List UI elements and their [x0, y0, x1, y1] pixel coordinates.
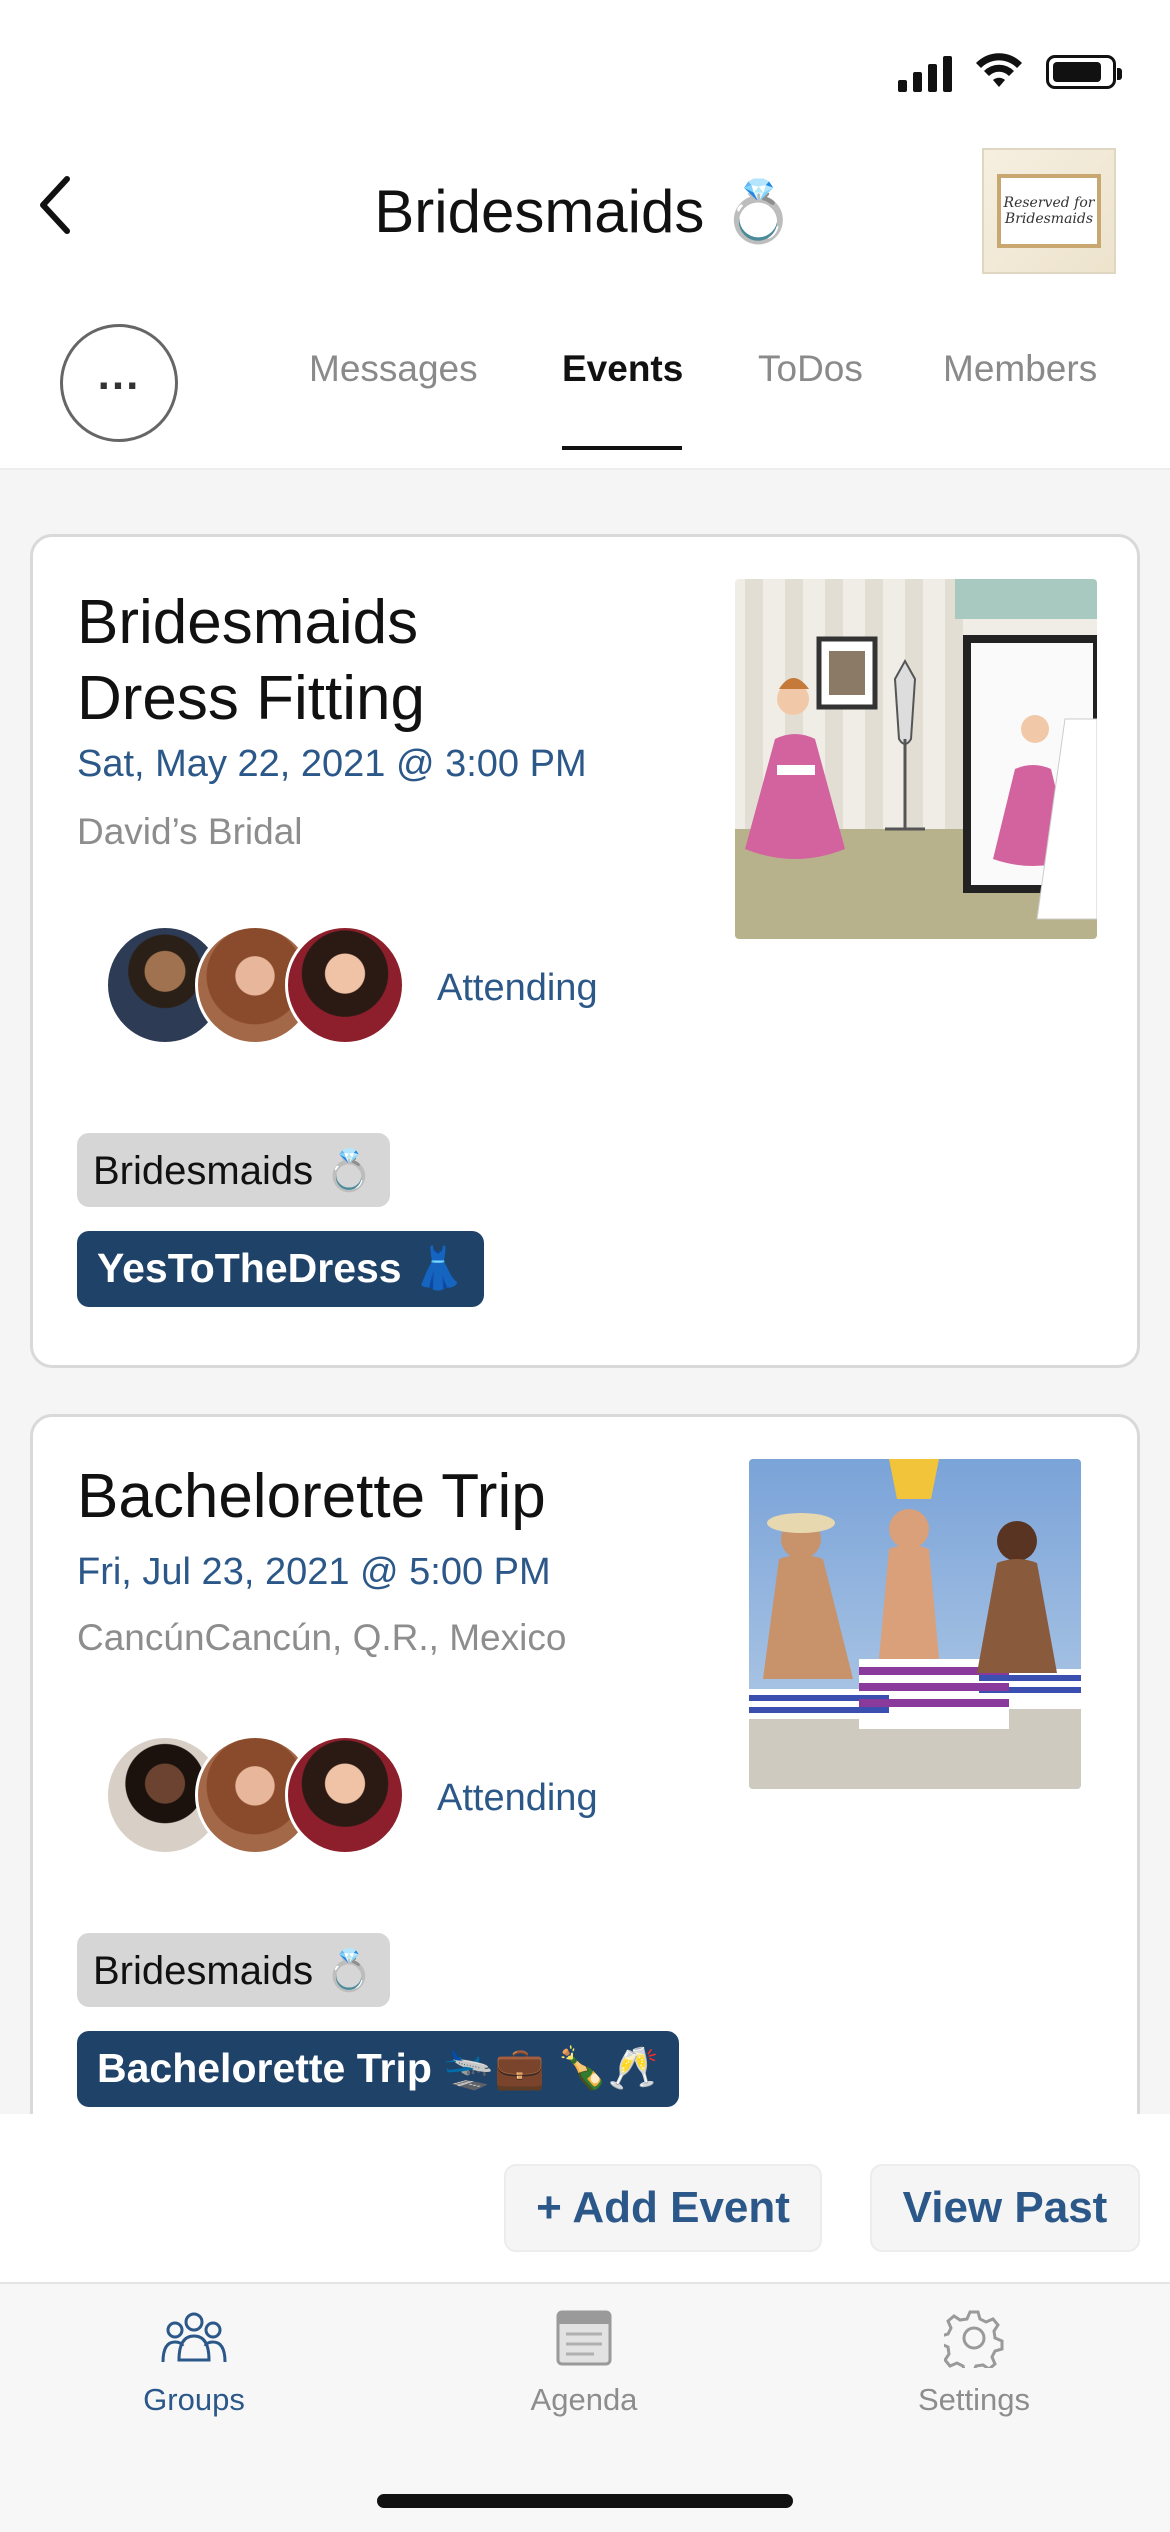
tab-members[interactable]: Members — [943, 348, 1097, 390]
add-event-button[interactable]: + Add Event — [504, 2164, 822, 2252]
avatar — [285, 1735, 405, 1855]
tab-todos[interactable]: ToDos — [758, 348, 863, 390]
tab-events[interactable]: Events — [562, 348, 683, 390]
home-indicator[interactable] — [377, 2494, 793, 2508]
tab-bar: ... Messages Events ToDos Members — [0, 300, 1170, 470]
group-tag[interactable]: Bridesmaids 💍 — [77, 1133, 390, 1207]
nav-label: Agenda — [530, 2382, 638, 2417]
rsvp-status[interactable]: Attending — [437, 967, 598, 1010]
event-date: Sat, May 22, 2021 @ 3:00 PM — [77, 743, 587, 785]
event-tag[interactable]: YesToTheDress 👗 — [77, 1231, 485, 1307]
nav-label: Groups — [143, 2382, 245, 2417]
event-tag[interactable]: Bachelorette Trip 🛬💼 🍾🥂 — [77, 2031, 679, 2107]
attendee-avatars[interactable] — [105, 925, 425, 1045]
rsvp-status[interactable]: Attending — [437, 1777, 598, 1820]
event-title: Bridesmaids Dress Fitting — [77, 588, 425, 733]
beach-photo — [749, 1459, 1081, 1789]
more-button[interactable]: ... — [60, 324, 178, 442]
event-location: David’s Bridal — [77, 811, 303, 852]
nav-agenda[interactable]: Agenda — [474, 2308, 694, 2418]
group-image[interactable]: Reserved for Bridesmaids — [982, 148, 1116, 274]
active-tab-indicator — [562, 446, 682, 450]
event-image[interactable] — [749, 1459, 1081, 1789]
tab-messages[interactable]: Messages — [309, 348, 478, 390]
status-icons — [898, 52, 1122, 92]
nav-label: Settings — [917, 2382, 1030, 2417]
status-bar — [0, 0, 1170, 150]
group-tag[interactable]: Bridesmaids 💍 — [77, 1933, 390, 2007]
avatar — [285, 925, 405, 1045]
nav-groups[interactable]: Groups — [84, 2308, 304, 2418]
dress-fitting-illustration — [735, 579, 1097, 939]
groups-icon — [161, 2312, 227, 2363]
action-bar: + Add Event View Past — [0, 2114, 1170, 2282]
event-image[interactable] — [735, 579, 1097, 939]
header: Bridesmaids 💍 Reserved for Bridesmaids — [0, 140, 1170, 300]
event-card[interactable]: Bachelorette Trip Fri, Jul 23, 2021 @ 5:… — [30, 1414, 1140, 2174]
event-location: CancúnCancún, Q.R., Mexico — [77, 1617, 567, 1658]
agenda-icon — [556, 2310, 612, 2366]
event-title: Bachelorette Trip — [77, 1462, 546, 1531]
view-past-button[interactable]: View Past — [870, 2164, 1140, 2252]
gear-icon — [944, 2310, 1004, 2368]
battery-icon — [1046, 55, 1122, 89]
event-card[interactable]: Bridesmaids Dress Fitting Sat, May 22, 2… — [30, 534, 1140, 1368]
cellular-signal-icon — [898, 52, 952, 92]
group-image-sign: Reserved for Bridesmaids — [997, 174, 1101, 248]
event-date: Fri, Jul 23, 2021 @ 5:00 PM — [77, 1551, 551, 1593]
wifi-icon — [976, 53, 1022, 87]
nav-settings[interactable]: Settings — [864, 2308, 1084, 2418]
attendee-avatars[interactable] — [105, 1735, 425, 1855]
